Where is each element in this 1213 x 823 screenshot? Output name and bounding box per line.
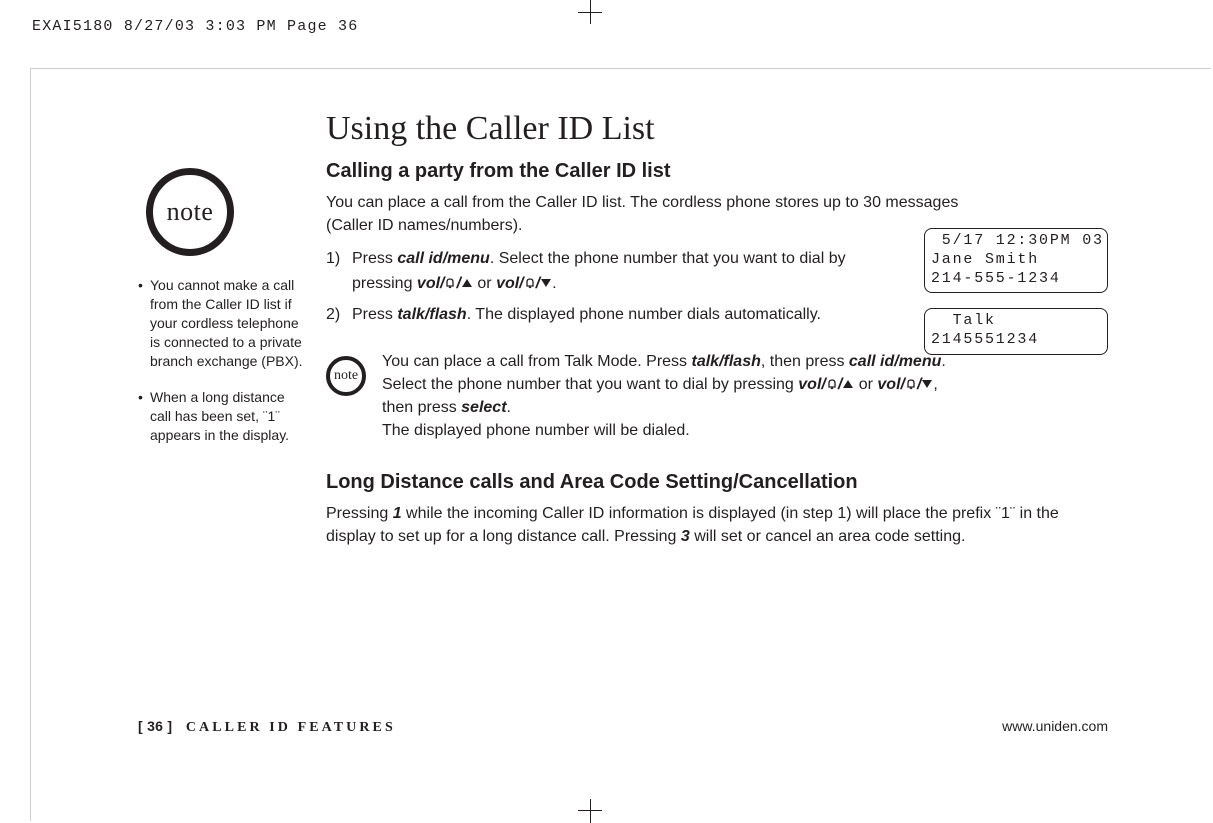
key-talk-flash: talk/flash [397,306,466,323]
note-icon: note [326,356,366,396]
margin-note-block: note You cannot make a call from the Cal… [138,168,308,463]
chevron-down-icon [922,380,932,388]
margin-note-item: You cannot make a call from the Caller I… [138,276,308,370]
page-footer: [ 36 ] CALLER ID FEATURES www.uniden.com [138,718,1108,736]
trim-line [30,68,1211,69]
section-label: CALLER ID FEATURES [186,720,396,735]
margin-note-item: When a long distance call has been set, … [138,388,308,445]
page-number: [ 36 ] [138,718,172,734]
key-vol-up: vol/ [417,275,445,292]
lcd-screenshot-talk: Talk 2145551234 [924,308,1108,355]
key-vol-down: vol/ [496,275,524,292]
chevron-up-icon [462,279,472,287]
chevron-down-icon [541,279,551,287]
page-title: Using the Caller ID List [326,110,1086,148]
ringer-icon [826,378,838,390]
crop-mark [578,12,602,13]
chevron-up-icon [843,380,853,388]
key-call-id-menu: call id/menu [397,250,489,267]
ringer-icon [444,277,456,289]
section-heading: Calling a party from the Caller ID list [326,160,1086,183]
section-heading: Long Distance calls and Area Code Settin… [326,471,1086,494]
body-paragraph: Pressing 1 while the incoming Caller ID … [326,502,1066,548]
lead-paragraph: You can place a call from the Caller ID … [326,191,1006,237]
crop-mark [578,810,602,811]
footer-url: www.uniden.com [1002,718,1108,734]
lcd-screenshot-caller-id: 5/17 12:30PM 03 Jane Smith 214-555-1234 [924,228,1108,293]
ringer-icon [524,277,536,289]
crop-mark [590,799,591,823]
imposition-header: EXAI5180 8/27/03 3:03 PM Page 36 [32,18,358,35]
note-icon: note [146,168,234,256]
inline-note: note You can place a call from Talk Mode… [326,350,946,443]
ringer-icon [905,378,917,390]
trim-line [30,68,31,821]
